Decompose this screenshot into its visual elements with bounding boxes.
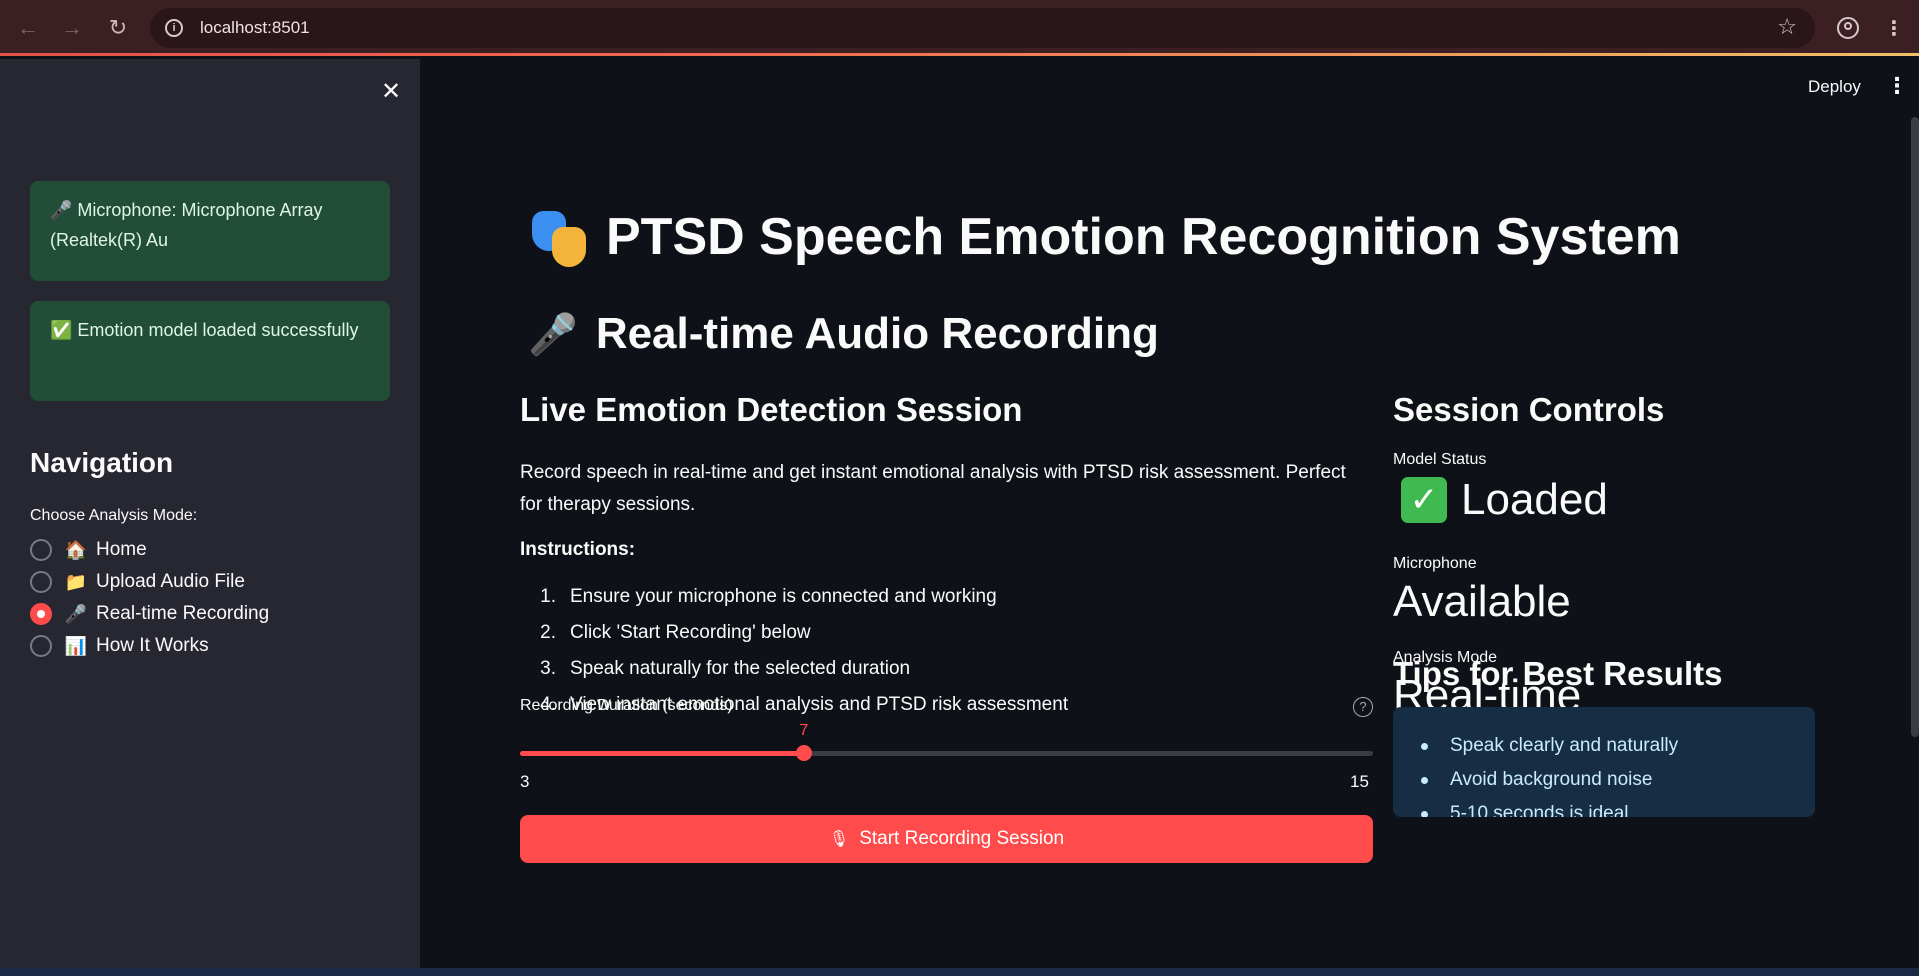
section-title: 🎤 Real-time Audio Recording xyxy=(528,309,1159,359)
url-text: localhost:8501 xyxy=(200,18,310,37)
radio-button[interactable] xyxy=(30,571,52,593)
reload-icon[interactable]: ↻ xyxy=(98,8,138,48)
list-item: Avoid background noise xyxy=(1419,763,1815,797)
session-description: Record speech in real-time and get insta… xyxy=(520,462,1346,515)
slider-fill xyxy=(520,751,805,756)
section-title-text: Real-time Audio Recording xyxy=(595,309,1159,358)
main-content: Deploy ⋮ PTSD Speech Emotion Recognition… xyxy=(420,59,1919,976)
model-status-label: Model Status xyxy=(1393,451,1487,468)
check-mark-icon: ✓ xyxy=(1401,477,1447,523)
radio-option-realtime[interactable]: 🎤 Real-time Recording xyxy=(30,603,269,625)
model-loaded-alert: ✅ Emotion model loaded successfully xyxy=(30,301,390,401)
back-arrow-icon[interactable]: ← xyxy=(8,8,48,48)
session-controls-heading: Session Controls xyxy=(1393,391,1665,428)
close-sidebar-icon[interactable]: ✕ xyxy=(378,79,404,105)
bookmark-star-icon[interactable]: ☆ xyxy=(1777,14,1797,40)
taskbar-edge xyxy=(0,968,1919,976)
scrollbar[interactable] xyxy=(1911,117,1919,737)
duration-slider-label: Recording Duration (seconds) xyxy=(520,697,733,714)
forward-arrow-icon[interactable]: → xyxy=(52,8,92,48)
radio-option-label: Upload Audio File xyxy=(96,571,245,592)
microphone-value: Available xyxy=(1393,577,1571,626)
slider-max-label: 15 xyxy=(1350,772,1369,791)
list-item: 5-10 seconds is ideal xyxy=(1419,797,1815,817)
house-icon: 🏠 xyxy=(64,539,88,560)
microphone-icon: 🎤 xyxy=(528,312,578,357)
theater-masks-icon xyxy=(530,207,590,267)
model-status-value: Loaded xyxy=(1461,475,1608,524)
radio-option-label: How It Works xyxy=(96,635,209,656)
deploy-button[interactable]: Deploy xyxy=(1808,77,1861,97)
instructions-label: Instructions: xyxy=(520,539,636,560)
chart-icon: 📊 xyxy=(64,635,88,656)
microphone-label: Microphone xyxy=(1393,555,1477,572)
microphone-icon: 🎤 xyxy=(64,603,88,624)
list-number: 3. xyxy=(540,658,556,679)
sidebar: ✕ 🎤 Microphone: Microphone Array (Realte… xyxy=(0,59,420,976)
list-item: 2. Click 'Start Recording' below xyxy=(520,615,1373,651)
radio-option-how-it-works[interactable]: 📊 How It Works xyxy=(30,635,209,657)
navigation-heading: Navigation xyxy=(30,447,174,478)
site-info-icon[interactable]: i xyxy=(156,10,192,46)
tips-info-box: Speak clearly and naturally Avoid backgr… xyxy=(1393,707,1815,817)
model-status-metric: ✓ Loaded xyxy=(1393,475,1823,525)
browser-toolbar: ← → ↻ i localhost:8501 ☆ ⋮ xyxy=(0,0,1919,56)
chrome-menu-icon[interactable]: ⋮ xyxy=(1874,8,1914,48)
start-recording-label: Start Recording Session xyxy=(859,828,1065,849)
session-heading: Live Emotion Detection Session xyxy=(520,391,1023,428)
radio-option-upload[interactable]: 📁 Upload Audio File xyxy=(30,571,245,593)
radio-option-home[interactable]: 🏠 Home xyxy=(30,539,147,561)
radio-option-label: Real-time Recording xyxy=(96,603,270,624)
radio-button[interactable] xyxy=(30,635,52,657)
list-item: Speak clearly and naturally xyxy=(1419,729,1815,763)
list-item-text: Click 'Start Recording' below xyxy=(570,622,811,643)
microphone-alert: 🎤 Microphone: Microphone Array (Realtek(… xyxy=(30,181,390,281)
start-recording-button[interactable]: 🎙 Start Recording Session xyxy=(520,815,1373,863)
page-title-text: PTSD Speech Emotion Recognition System xyxy=(606,208,1681,266)
list-number: 2. xyxy=(540,622,556,643)
slider-min-label: 3 xyxy=(520,772,530,791)
radio-button[interactable] xyxy=(30,539,52,561)
duration-slider[interactable] xyxy=(520,745,1373,761)
folder-icon: 📁 xyxy=(64,571,88,592)
app-menu-icon[interactable]: ⋮ xyxy=(1886,73,1908,99)
profile-icon[interactable] xyxy=(1828,8,1868,48)
slider-current-value: 7 xyxy=(799,722,809,739)
analysis-mode-label: Choose Analysis Mode: xyxy=(30,507,198,524)
tips-heading: Tips for Best Results xyxy=(1393,655,1723,692)
session-column: Live Emotion Detection Session Record sp… xyxy=(520,391,1373,723)
list-item: 1. Ensure your microphone is connected an… xyxy=(520,579,1373,615)
list-item-text: Speak naturally for the selected duratio… xyxy=(570,658,911,679)
page-title: PTSD Speech Emotion Recognition System xyxy=(530,207,1681,267)
address-bar[interactable]: i localhost:8501 ☆ xyxy=(150,8,1815,48)
list-item: 3. Speak naturally for the selected durat… xyxy=(520,651,1373,687)
slider-handle[interactable] xyxy=(796,745,813,761)
radio-button-selected[interactable] xyxy=(30,603,52,625)
microphone-icon: 🎙 xyxy=(828,831,850,848)
radio-option-label: Home xyxy=(96,539,147,560)
list-number: 1. xyxy=(540,586,556,607)
list-item-text: Ensure your microphone is connected and … xyxy=(570,586,997,607)
help-icon[interactable]: ? xyxy=(1353,697,1373,717)
